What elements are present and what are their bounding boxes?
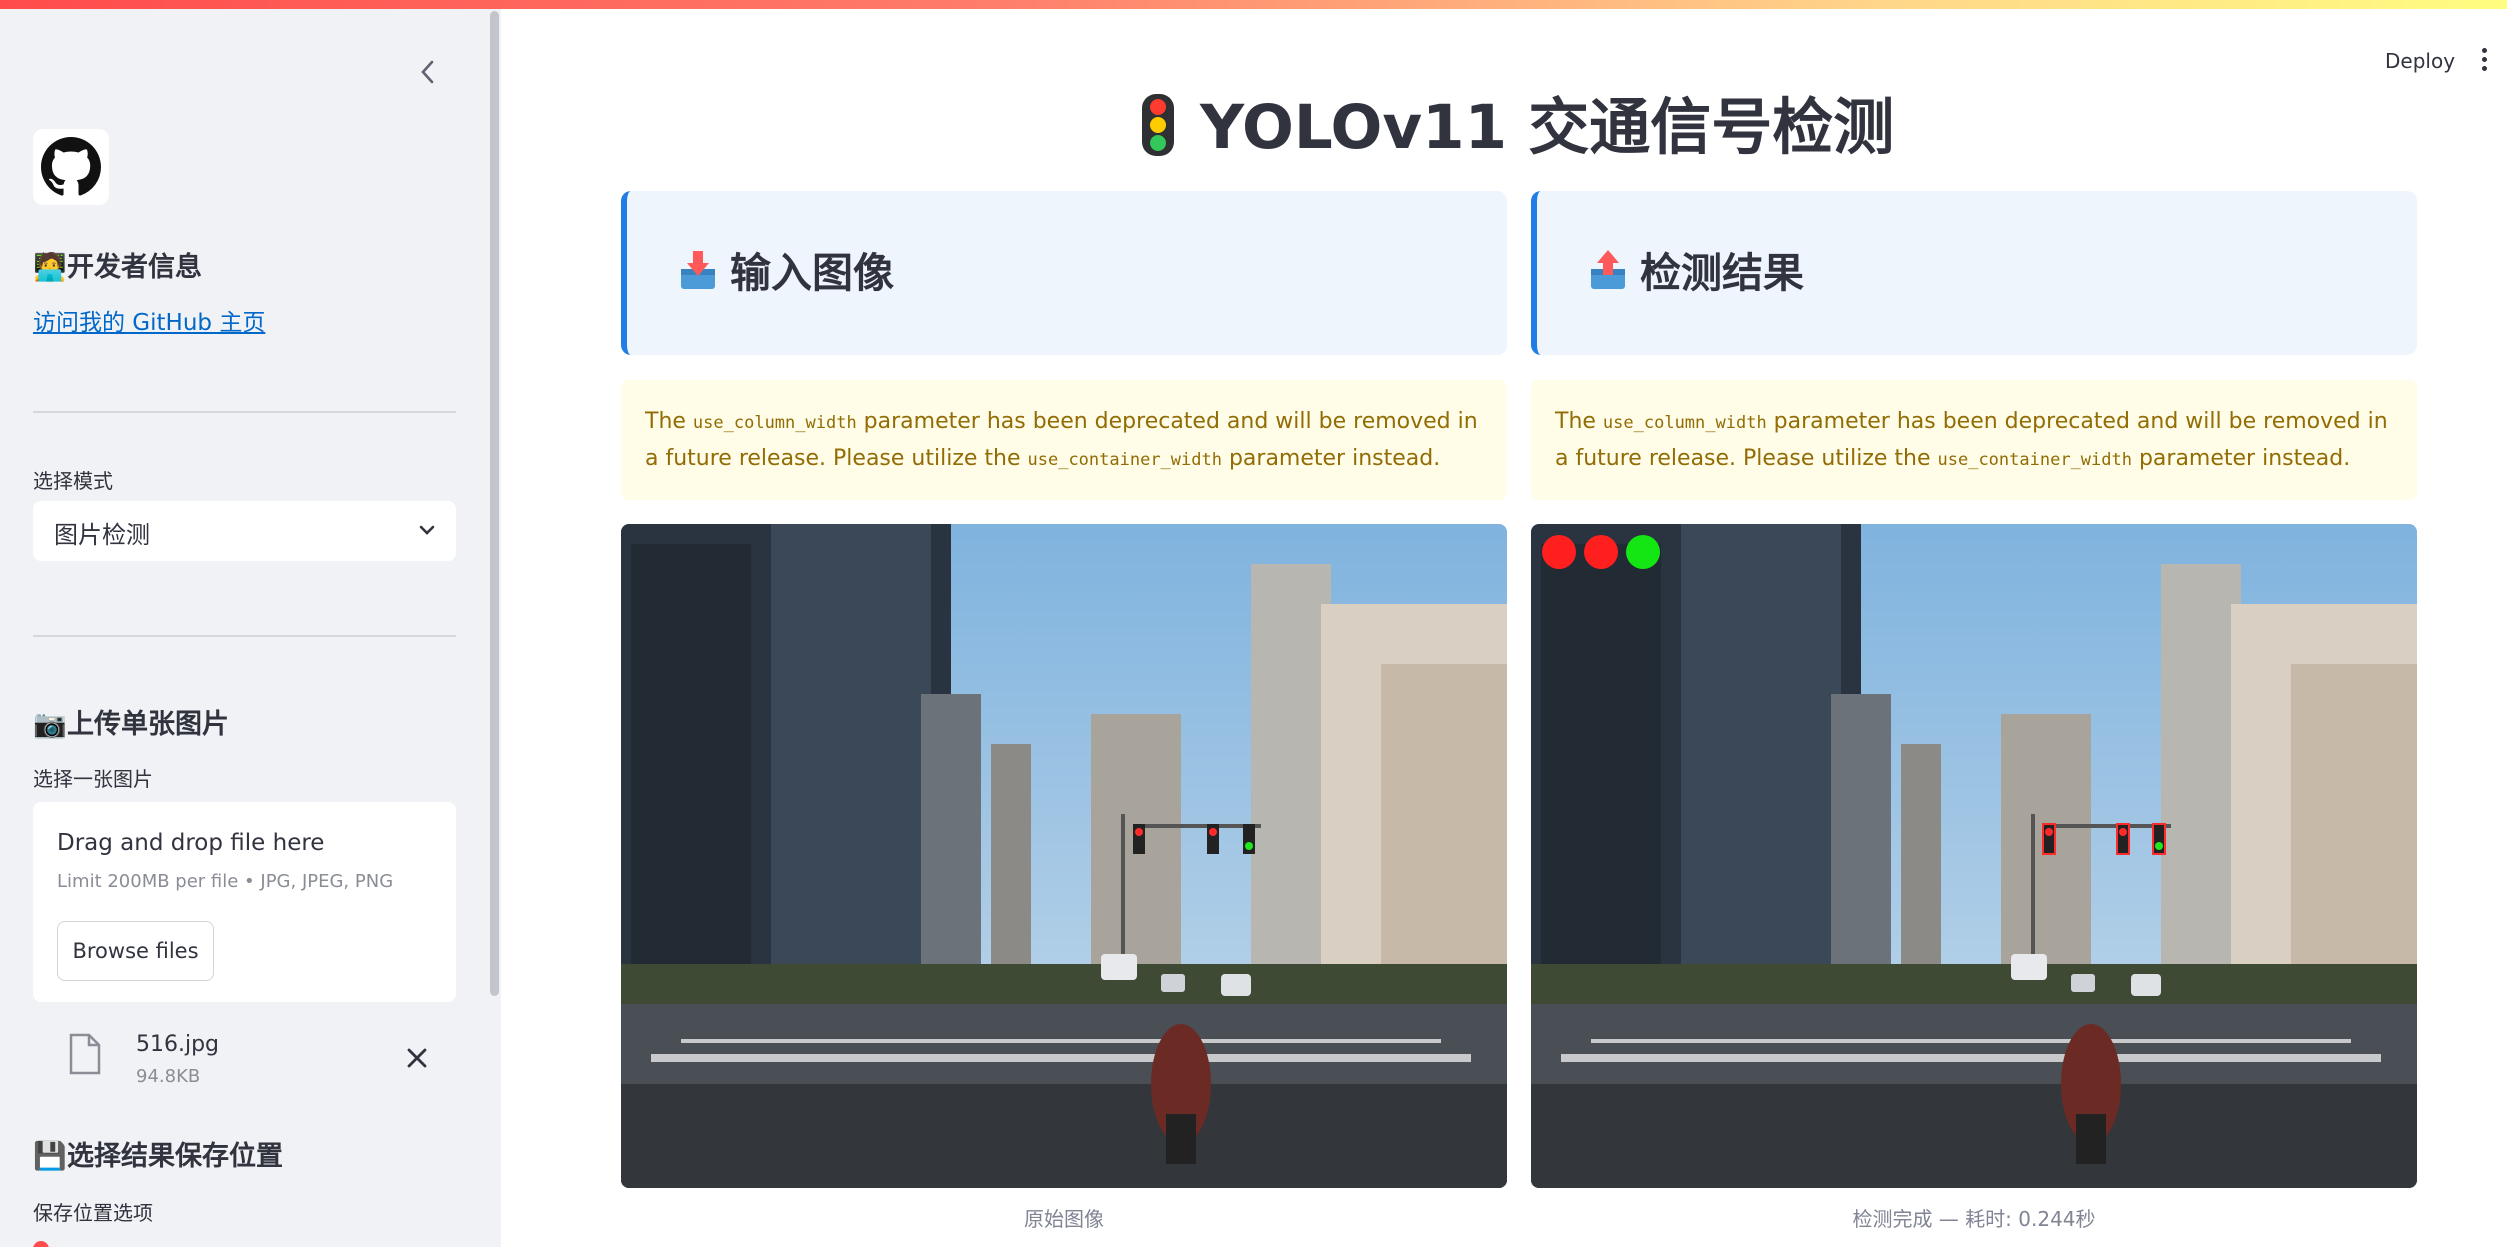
dropzone-title: Drag and drop file here <box>57 830 325 856</box>
dropzone-limit: Limit 200MB per file • JPG, JPEG, PNG <box>57 871 394 892</box>
warning-text: parameter instead. <box>1221 446 1441 471</box>
detection-result-image <box>1531 524 2417 1188</box>
top-decoration-bar <box>0 0 2507 9</box>
page-title-text: YOLOv11 交通信号检测 <box>1200 92 1895 163</box>
uploaded-file-size: 94.8KB <box>136 1066 201 1087</box>
file-icon <box>69 1033 101 1075</box>
output-deprecation-warning: The use_column_width parameter has been … <box>1531 380 2417 500</box>
output-panel-title: 检测结果 <box>1640 249 1804 297</box>
warning-code: use_container_width <box>1937 450 2132 470</box>
upload-heading: 📷上传单张图片 <box>33 702 229 741</box>
save-heading-text: 选择结果保存位置 <box>67 1141 283 1172</box>
outbox-tray-icon <box>1591 250 1625 289</box>
detected-red-light-marker <box>1542 535 1576 569</box>
input-panel-title: 输入图像 <box>730 249 894 297</box>
collapse-sidebar-button[interactable] <box>412 53 444 95</box>
camera-emoji-icon: 📷 <box>33 709 67 740</box>
warning-code: use_container_width <box>1027 450 1222 470</box>
deploy-button[interactable]: Deploy <box>2385 49 2455 73</box>
original-image <box>621 524 1507 1188</box>
more-vert-icon[interactable] <box>2480 48 2488 74</box>
github-link[interactable]: 访问我的 GitHub 主页 <box>33 303 265 337</box>
developer-heading-text: 开发者信息 <box>67 252 202 283</box>
github-logo[interactable] <box>33 129 109 205</box>
github-icon <box>41 137 101 196</box>
file-dropzone[interactable]: Drag and drop file here Limit 200MB per … <box>33 802 456 1002</box>
page-title: YOLOv11 交通信号检测 <box>1138 84 1894 172</box>
detected-red-light-marker <box>1584 535 1618 569</box>
save-location-label: 保存位置选项 <box>33 1201 153 1225</box>
developer-info-heading: 🧑‍💻开发者信息 <box>33 245 202 284</box>
browse-files-button[interactable]: Browse files <box>57 921 214 981</box>
original-image-caption: 原始图像 <box>1024 1207 1104 1231</box>
close-icon[interactable] <box>404 1045 430 1071</box>
input-panel-header: 输入图像 <box>621 191 1507 355</box>
developer-emoji-icon: 🧑‍💻 <box>33 252 67 283</box>
input-deprecation-warning: The use_column_width parameter has been … <box>621 380 1507 500</box>
mode-select-value: 图片检测 <box>54 521 150 549</box>
sidebar-divider <box>33 635 456 637</box>
warning-text: The <box>645 409 693 434</box>
save-location-heading: 💾选择结果保存位置 <box>33 1134 283 1173</box>
warning-code: use_column_width <box>1602 413 1767 433</box>
sidebar-scrollbar[interactable] <box>490 11 499 996</box>
warning-code: use_column_width <box>692 413 857 433</box>
sidebar: 🧑‍💻开发者信息 访问我的 GitHub 主页 选择模式 图片检测 📷上传单张图… <box>0 9 501 1247</box>
upload-label: 选择一张图片 <box>33 767 153 791</box>
warning-text: The <box>1555 409 1603 434</box>
warning-text: parameter instead. <box>2131 446 2351 471</box>
mode-label: 选择模式 <box>33 469 113 493</box>
inbox-tray-icon <box>681 251 715 289</box>
chevron-left-icon <box>421 60 434 84</box>
save-option-radio[interactable] <box>33 1241 49 1247</box>
output-panel-header: 检测结果 <box>1531 191 2417 355</box>
traffic-light-icon <box>1142 94 1174 156</box>
uploaded-file-name: 516.jpg <box>136 1032 220 1057</box>
chevron-down-icon <box>419 525 435 535</box>
upload-heading-text: 上传单张图片 <box>67 709 229 740</box>
detection-result-caption: 检测完成 — 耗时: 0.244秒 <box>1852 1207 2096 1231</box>
sidebar-divider <box>33 411 456 413</box>
mode-select[interactable]: 图片检测 <box>33 501 456 561</box>
detected-green-light-marker <box>1626 535 1660 569</box>
floppy-emoji-icon: 💾 <box>33 1141 67 1172</box>
